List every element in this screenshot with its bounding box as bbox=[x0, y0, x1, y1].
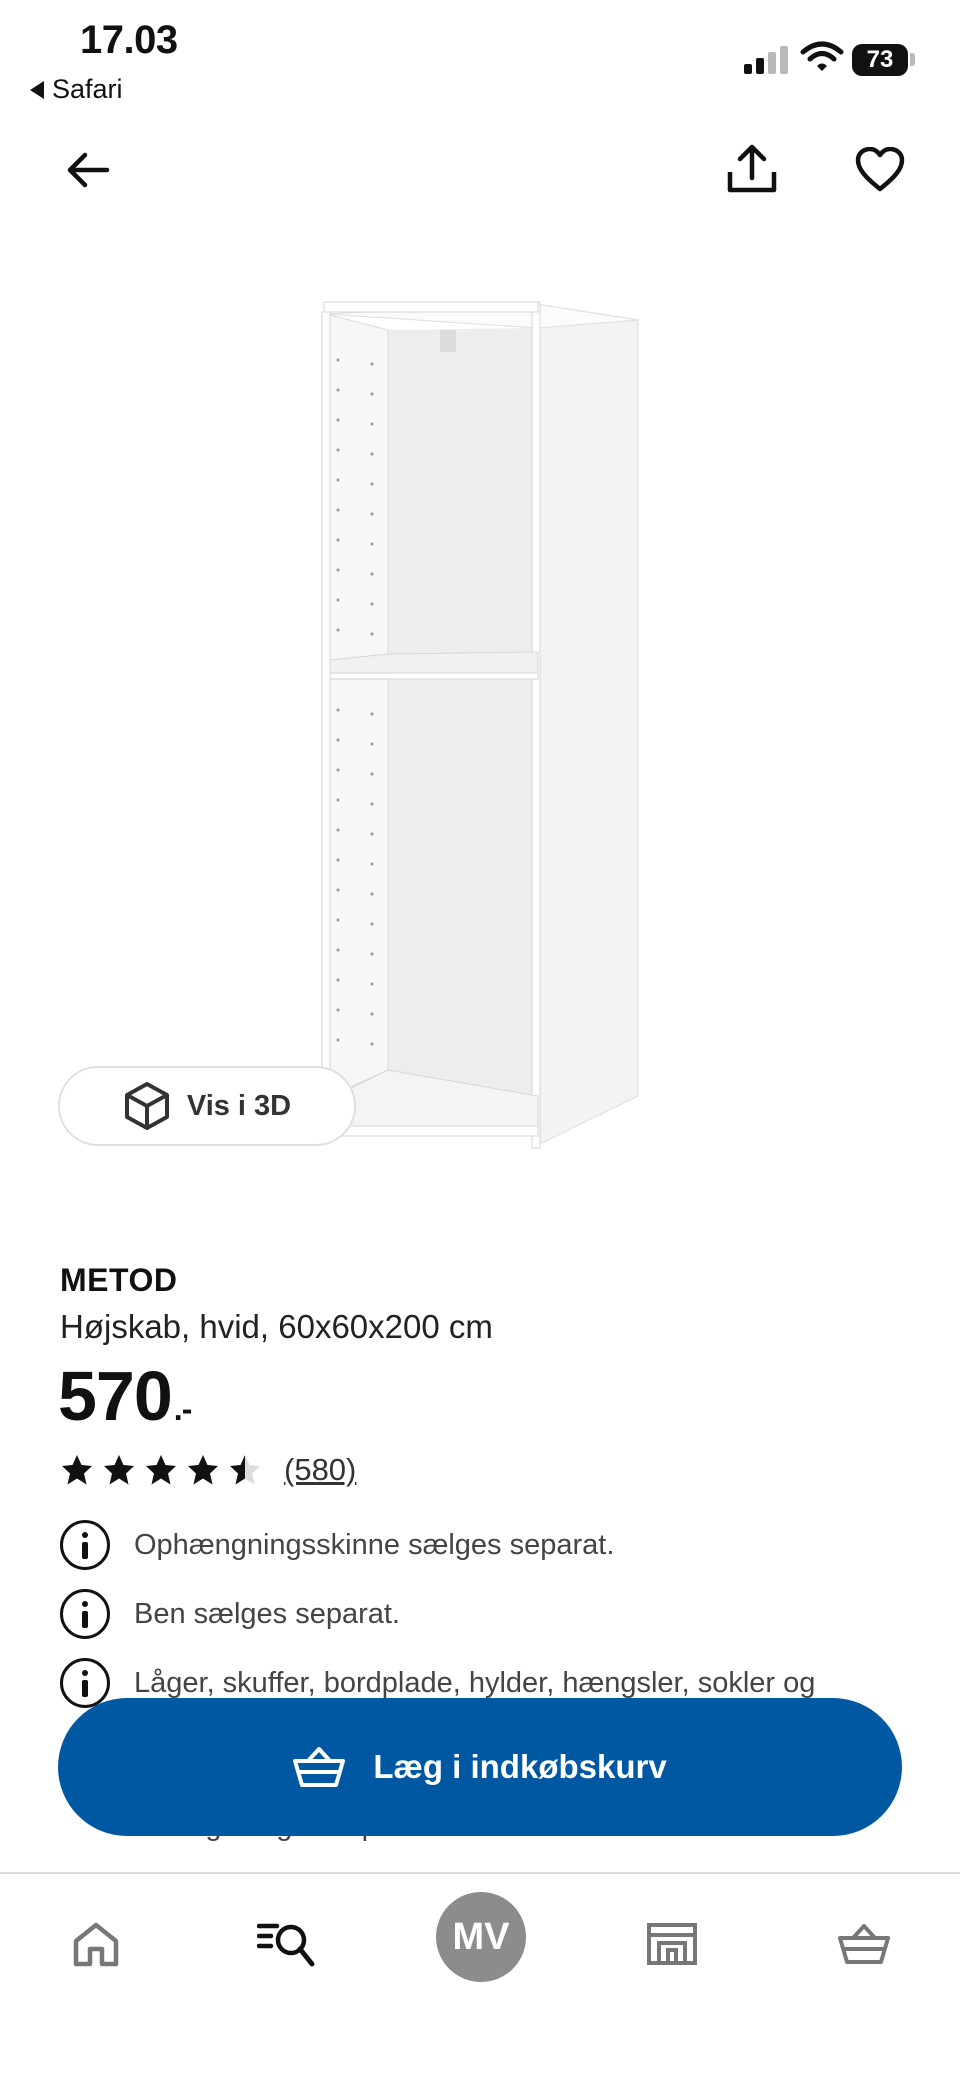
product-price: 570 .- bbox=[58, 1356, 193, 1436]
basket-icon bbox=[838, 1924, 890, 1964]
rating-stars bbox=[60, 1453, 262, 1487]
star-icon bbox=[104, 1455, 134, 1485]
product-rating[interactable]: (580) bbox=[60, 1452, 356, 1488]
cellular-signal-icon bbox=[744, 44, 788, 74]
search-icon bbox=[257, 1923, 315, 1967]
back-app-label: Safari bbox=[52, 74, 123, 104]
nav-stores[interactable] bbox=[622, 1894, 722, 1994]
store-icon bbox=[647, 1923, 697, 1965]
nav-profile-avatar[interactable]: MV bbox=[436, 1892, 526, 1982]
nav-home[interactable] bbox=[46, 1894, 146, 1994]
star-icon bbox=[188, 1455, 218, 1485]
status-bar: 17.03 Safari 73 bbox=[0, 0, 960, 120]
product-image bbox=[321, 301, 639, 1149]
basket-icon bbox=[293, 1747, 346, 1787]
star-icon bbox=[230, 1455, 260, 1485]
arrow-left-icon bbox=[67, 152, 110, 188]
share-button[interactable] bbox=[712, 130, 792, 210]
price-value: 570 bbox=[58, 1357, 173, 1435]
add-to-cart-button[interactable]: Læg i indkøbskurv bbox=[58, 1698, 902, 1836]
product-description: Højskab, hvid, 60x60x200 cm bbox=[60, 1308, 493, 1345]
info-icon bbox=[60, 1589, 110, 1639]
add-to-cart-label: Læg i indkøbskurv bbox=[373, 1748, 667, 1785]
status-time: 17.03 bbox=[80, 18, 178, 62]
product-brand: METOD bbox=[60, 1262, 178, 1298]
back-button[interactable] bbox=[48, 130, 128, 210]
info-icon bbox=[60, 1658, 110, 1708]
cube-icon bbox=[124, 1082, 169, 1130]
avatar-initials: MV bbox=[452, 1915, 510, 1958]
share-icon bbox=[727, 144, 777, 193]
info-note-text: Ophængningsskinne sælges separat. bbox=[134, 1528, 615, 1561]
bottom-navigation: MV bbox=[0, 1872, 960, 2078]
battery-tip bbox=[910, 53, 915, 66]
price-suffix: .- bbox=[173, 1391, 193, 1427]
view-in-3d-button[interactable]: Vis i 3D bbox=[58, 1066, 356, 1146]
back-to-safari-link[interactable]: Safari bbox=[30, 74, 123, 105]
star-icon bbox=[146, 1455, 176, 1485]
battery-indicator: 73 bbox=[852, 44, 908, 76]
favorite-button[interactable] bbox=[840, 130, 920, 210]
info-icon bbox=[60, 1520, 110, 1570]
info-note-text: Ben sælges separat. bbox=[134, 1597, 400, 1630]
heart-icon bbox=[855, 147, 905, 192]
view-in-3d-label: Vis i 3D bbox=[186, 1089, 292, 1122]
wifi-icon bbox=[800, 41, 844, 71]
back-triangle-icon bbox=[30, 80, 44, 99]
info-note-text: Låger, skuffer, bordplade, hylder, hængs… bbox=[134, 1666, 816, 1699]
nav-search[interactable] bbox=[236, 1894, 336, 1994]
info-note-rail: Ophængningsskinne sælges separat. bbox=[60, 1520, 614, 1570]
nav-basket[interactable] bbox=[814, 1894, 914, 1994]
battery-level: 73 bbox=[866, 46, 894, 73]
review-count-link[interactable]: (580) bbox=[284, 1452, 356, 1488]
home-icon bbox=[73, 1922, 119, 1967]
info-note-legs: Ben sælges separat. bbox=[60, 1589, 400, 1639]
star-icon bbox=[62, 1455, 92, 1485]
